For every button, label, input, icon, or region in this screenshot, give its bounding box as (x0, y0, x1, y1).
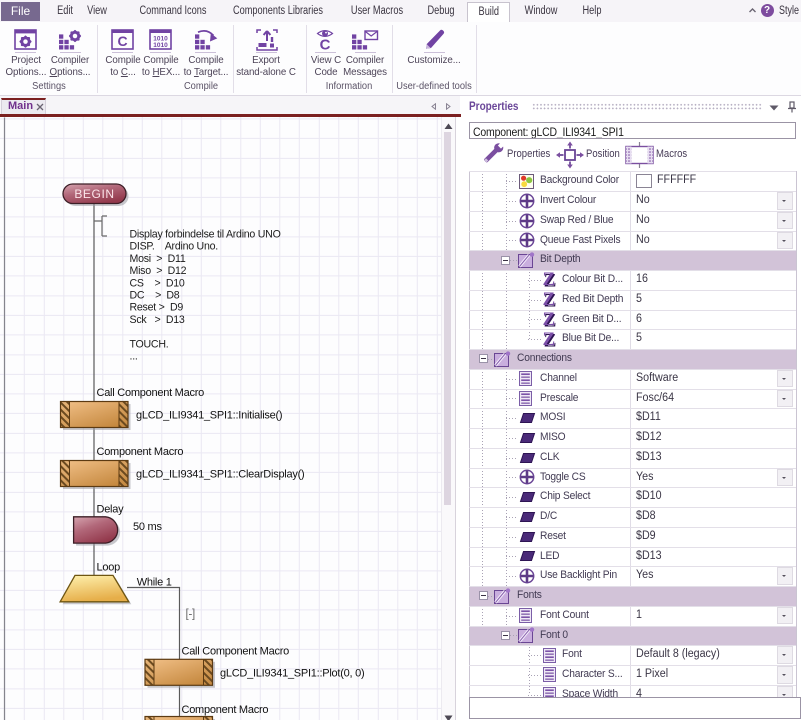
svg-text:Reset > D9: Reset > D9 (130, 302, 184, 314)
svg-text:gLCD_ILI9341_SPI1::ClearDispla: gLCD_ILI9341_SPI1::ClearDisplay() (136, 469, 304, 481)
svg-text:BEGIN: BEGIN (74, 187, 114, 201)
svg-text:gLCD_ILI9341_SPI1::Initialise(: gLCD_ILI9341_SPI1::Initialise() (136, 410, 282, 422)
svg-text:Mosi > D11: Mosi > D11 (130, 253, 186, 265)
svg-text:Call Component Macro: Call Component Macro (182, 646, 290, 658)
svg-text:DC > D8: DC > D8 (130, 290, 180, 302)
svg-text:TOUCH.: TOUCH. (130, 338, 169, 350)
svg-text:Sck > D13: Sck > D13 (130, 314, 185, 326)
svg-text:C: C (320, 37, 331, 53)
svg-text:1010: 1010 (153, 42, 168, 49)
svg-text:Miso > D12: Miso > D12 (130, 265, 187, 277)
svg-text:Loop: Loop (97, 562, 121, 574)
svg-text:Delay: Delay (97, 504, 125, 516)
svg-text:Component Macro: Component Macro (182, 704, 269, 716)
svg-text:...: ... (130, 351, 138, 363)
svg-text:Call Component Macro: Call Component Macro (97, 387, 205, 399)
svg-text:50 ms: 50 ms (133, 521, 162, 533)
svg-text:Component Macro: Component Macro (97, 446, 184, 458)
svg-text:CS > D10: CS > D10 (130, 277, 185, 289)
svg-text:While 1: While 1 (137, 577, 172, 589)
svg-text:C: C (117, 33, 127, 49)
svg-text:gLCD_ILI9341_SPI1::Plot(0, 0): gLCD_ILI9341_SPI1::Plot(0, 0) (220, 668, 364, 680)
svg-text:DISP. Ardino Uno.: DISP. Ardino Uno. (130, 241, 218, 253)
svg-text:Display forbindelse til Ardino: Display forbindelse til Ardino UNO (130, 229, 281, 241)
svg-text:[-]: [-] (186, 609, 196, 621)
